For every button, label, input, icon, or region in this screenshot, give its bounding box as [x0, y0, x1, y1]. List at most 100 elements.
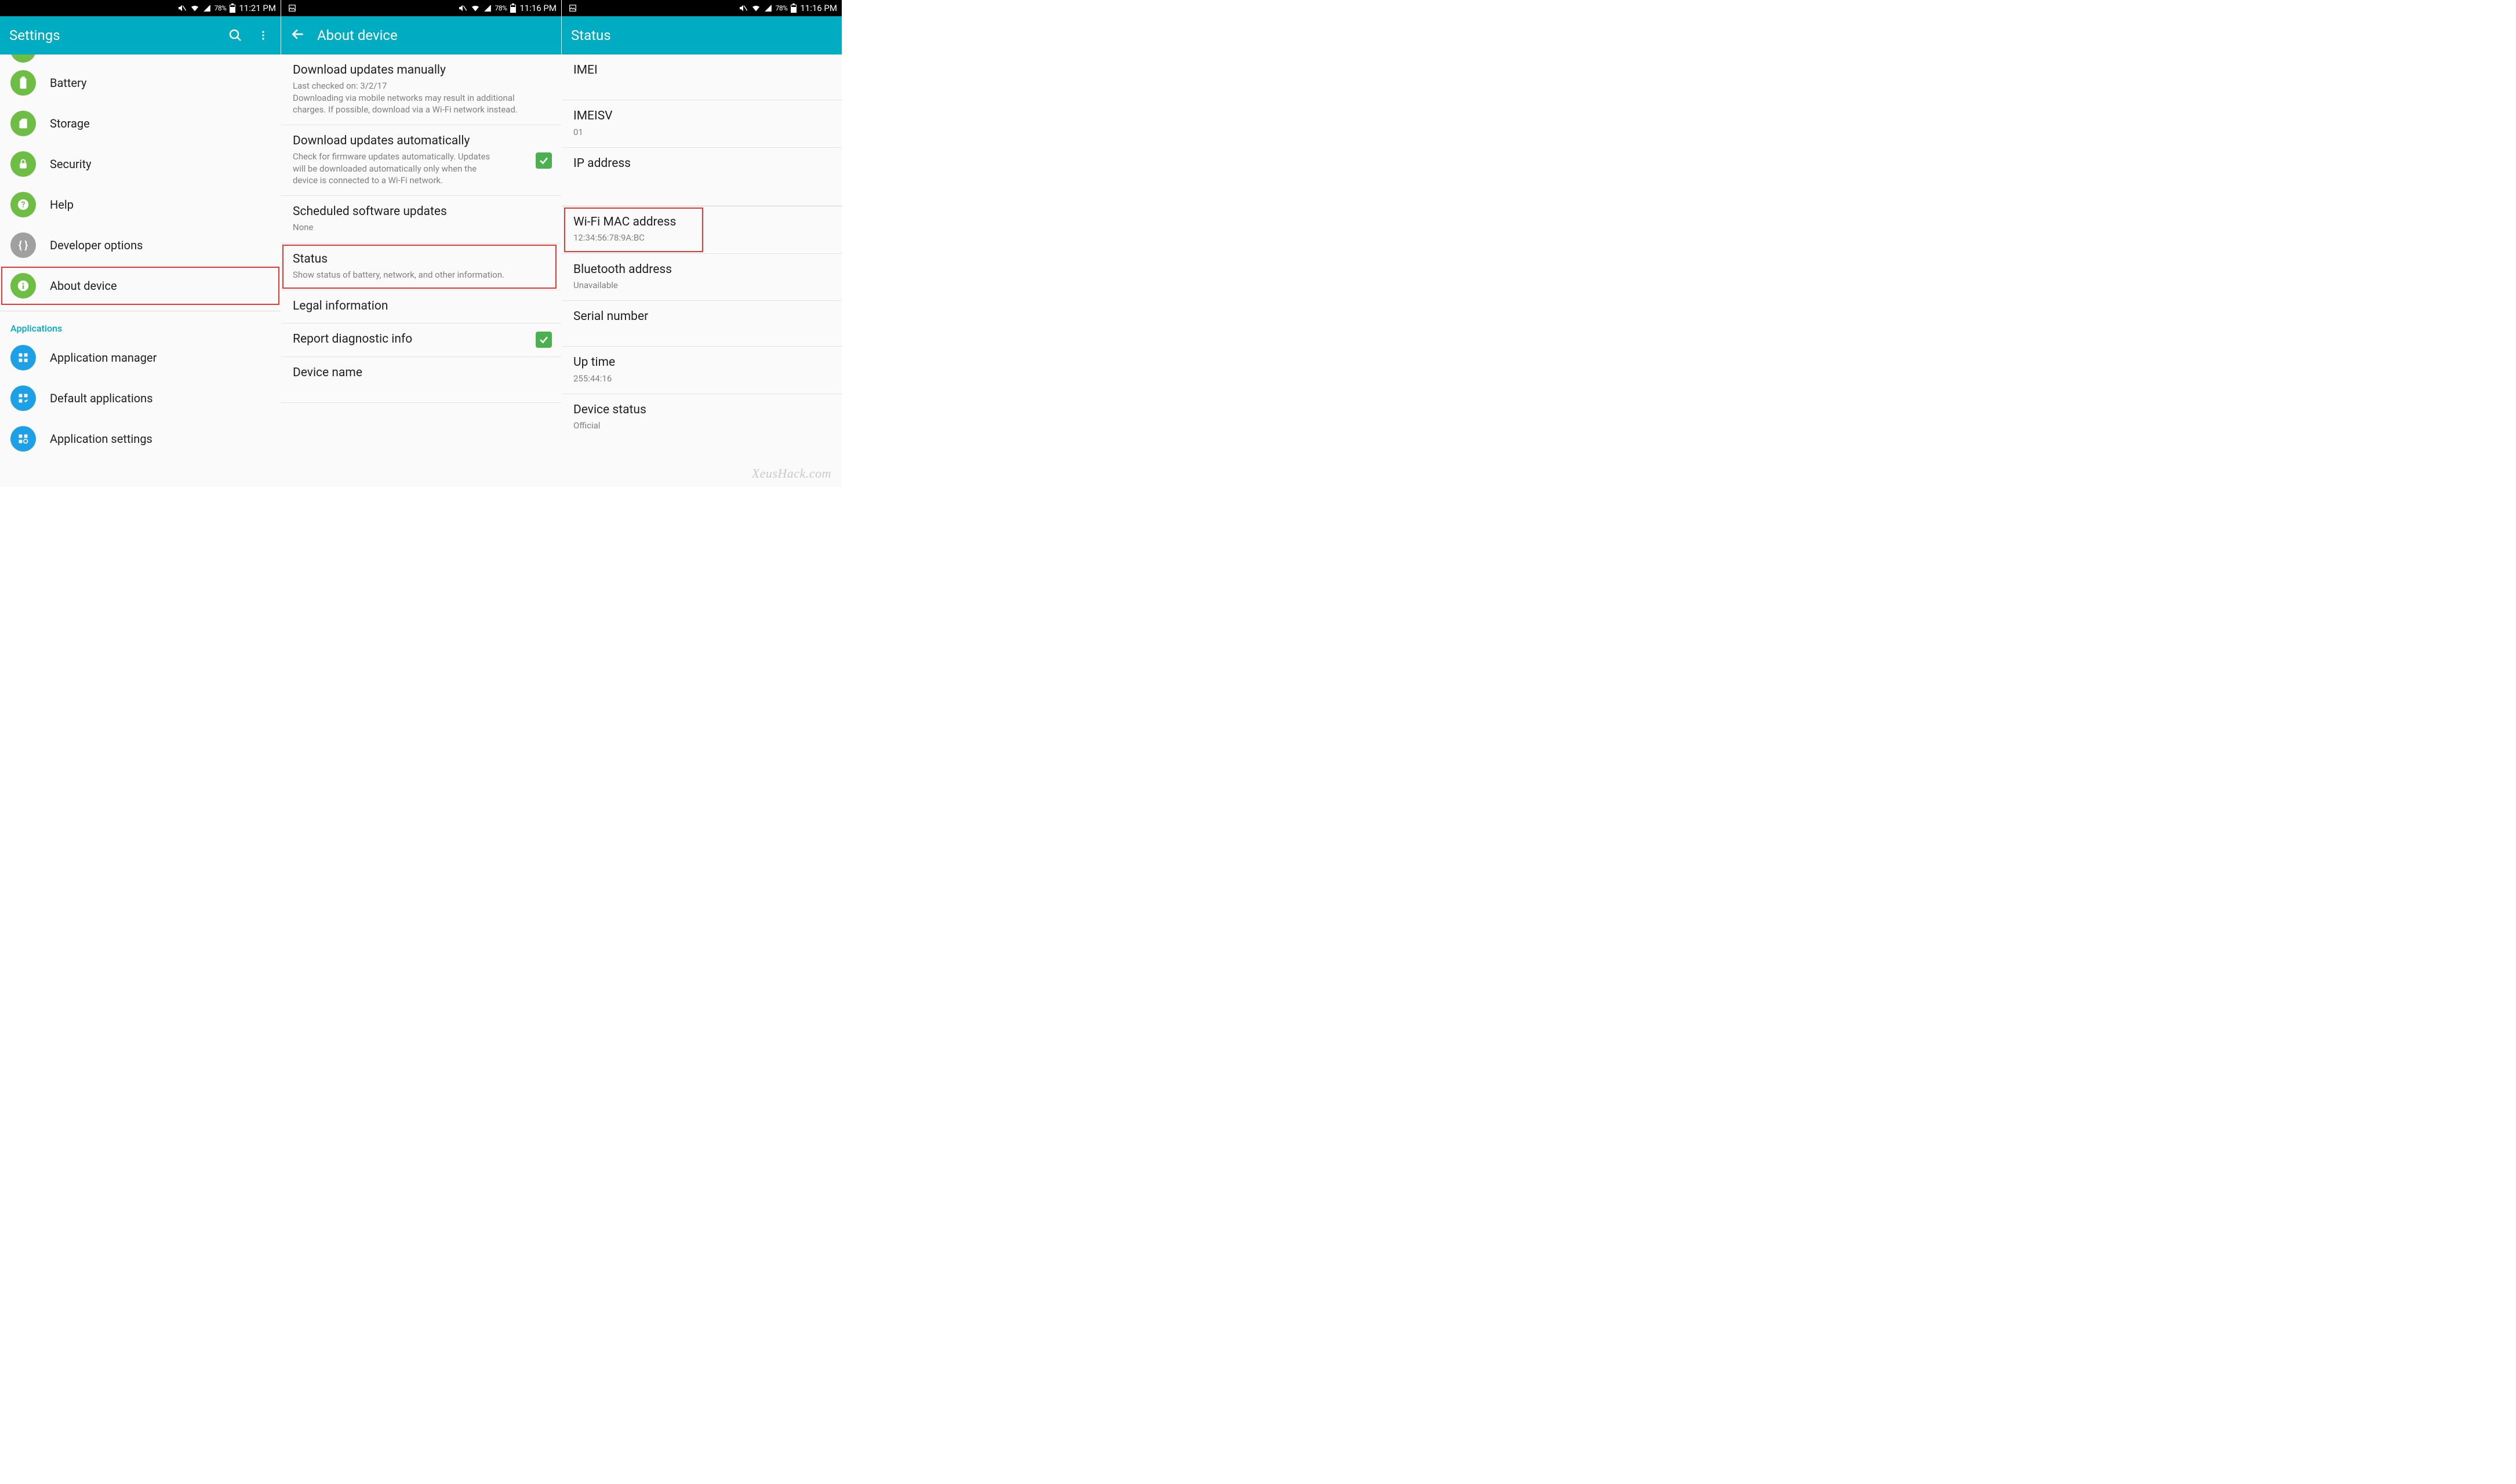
row-title: Download updates manually: [293, 63, 550, 78]
row-subtitle: [573, 80, 805, 90]
row-subtitle: Official: [573, 420, 805, 431]
battery-percent: 78%: [214, 4, 227, 12]
settings-item-application-manager[interactable]: Application manager: [0, 337, 281, 378]
section-header-applications: Applications: [0, 314, 281, 337]
row-title: Bluetooth address: [573, 262, 830, 277]
screenshot-icon: [288, 4, 296, 12]
settings-item-battery[interactable]: Battery: [0, 63, 281, 103]
row-subtitle: 12:34:56:78:9A:BC: [573, 232, 805, 243]
row-title: Up time: [573, 355, 830, 370]
row-subtitle: None: [293, 221, 525, 233]
row-up-time[interactable]: Up time 255:44:16: [562, 347, 842, 394]
row-title: IMEISV: [573, 108, 830, 123]
mute-icon: [739, 3, 748, 13]
row-title: IP address: [573, 156, 830, 171]
row-subtitle: Check for firmware updates automatically…: [293, 151, 525, 186]
row-imeisv[interactable]: IMEISV 01: [562, 100, 842, 148]
row-imei[interactable]: IMEI: [562, 54, 842, 100]
label: Application settings: [50, 432, 152, 446]
mute-icon: [458, 3, 467, 13]
svg-text:?: ?: [21, 201, 26, 210]
row-title: Device name: [293, 365, 550, 380]
row-title: Serial number: [573, 309, 830, 324]
label: About device: [50, 279, 117, 293]
label: Help: [50, 198, 74, 212]
row-subtitle: Show status of battery, network, and oth…: [293, 269, 525, 281]
battery-icon: [791, 3, 797, 13]
label: Default applications: [50, 391, 153, 405]
settings-item-about-device[interactable]: About device: [0, 265, 281, 306]
status-bar: 78% 11:16 PM: [562, 0, 842, 16]
row-subtitle: 01: [573, 126, 805, 138]
settings-item-help[interactable]: ? Help: [0, 184, 281, 225]
grid-icon: [10, 345, 36, 370]
row-subtitle: [573, 173, 805, 193]
braces-icon: { }: [10, 232, 36, 258]
signal-icon: [764, 4, 772, 12]
row-title: Device status: [573, 402, 830, 417]
label: Application manager: [50, 351, 157, 365]
row-title: Legal information: [293, 299, 550, 314]
label: Security: [50, 157, 92, 171]
panel-about-device: 78% 11:16 PM About device Download updat…: [281, 0, 561, 487]
label: Storage: [50, 117, 90, 130]
row-bluetooth-address[interactable]: Bluetooth address Unavailable: [562, 254, 842, 301]
label: Battery: [50, 76, 86, 90]
settings-item-developer-options[interactable]: { } Developer options: [0, 225, 281, 265]
lock-icon: [10, 151, 36, 177]
checkbox-checked-icon[interactable]: [536, 152, 552, 169]
row-title: IMEI: [573, 63, 830, 78]
page-title: Status: [571, 27, 832, 43]
battery-icon: [10, 70, 36, 96]
row-device-name[interactable]: Device name: [281, 357, 561, 403]
row-subtitle: [573, 326, 805, 337]
sd-card-icon: [10, 111, 36, 136]
row-serial-number[interactable]: Serial number: [562, 301, 842, 347]
row-title: Download updates automatically: [293, 133, 550, 148]
row-wifi-mac[interactable]: Wi-Fi MAC address 12:34:56:78:9A:BC: [562, 206, 842, 254]
settings-item-security[interactable]: Security: [0, 144, 281, 184]
screenshot-icon: [569, 4, 577, 12]
battery-icon: [230, 3, 235, 13]
toolbar-settings: Settings: [0, 16, 281, 54]
row-status[interactable]: Status Show status of battery, network, …: [281, 243, 561, 291]
row-subtitle: 255:44:16: [573, 373, 805, 384]
settings-item-application-settings[interactable]: Application settings: [0, 419, 281, 459]
battery-percent: 78%: [776, 4, 788, 12]
settings-item-storage[interactable]: Storage: [0, 103, 281, 144]
page-title: About device: [317, 27, 552, 43]
help-icon: ?: [10, 192, 36, 217]
row-title: Status: [293, 252, 550, 267]
row-device-status[interactable]: Device status Official: [562, 394, 842, 441]
row-scheduled-updates[interactable]: Scheduled software updates None: [281, 196, 561, 243]
search-icon[interactable]: [227, 28, 243, 42]
settings-list: Battery Storage Security ? Help { } Deve…: [0, 54, 281, 487]
page-title: Settings: [9, 27, 216, 43]
battery-icon: [510, 3, 516, 13]
status-bar: 78% 11:21 PM: [0, 0, 281, 16]
row-ip-address[interactable]: IP address: [562, 148, 842, 202]
wifi-icon: [751, 3, 761, 13]
list-item-peek: [10, 54, 281, 63]
row-report-diagnostic[interactable]: Report diagnostic info: [281, 323, 561, 357]
battery-percent: 78%: [495, 4, 507, 12]
apps-gear-icon: [10, 426, 36, 452]
status-clock: 11:16 PM: [800, 3, 837, 13]
row-download-auto[interactable]: Download updates automatically Check for…: [281, 125, 561, 196]
status-bar: 78% 11:16 PM: [281, 0, 561, 16]
wifi-icon: [471, 3, 480, 13]
mute-icon: [177, 3, 187, 13]
more-icon[interactable]: [255, 30, 271, 41]
wifi-icon: [190, 3, 199, 13]
back-icon[interactable]: [290, 27, 306, 44]
apps-check-icon: [10, 385, 36, 411]
settings-item-default-applications[interactable]: Default applications: [0, 378, 281, 419]
toolbar-about: About device: [281, 16, 561, 54]
toolbar-status: Status: [562, 16, 842, 54]
row-legal-information[interactable]: Legal information: [281, 290, 561, 323]
checkbox-checked-icon[interactable]: [536, 332, 552, 348]
row-download-manual[interactable]: Download updates manually Last checked o…: [281, 54, 561, 125]
row-title: Report diagnostic info: [293, 332, 550, 347]
status-clock: 11:21 PM: [239, 3, 276, 13]
signal-icon: [483, 4, 492, 12]
